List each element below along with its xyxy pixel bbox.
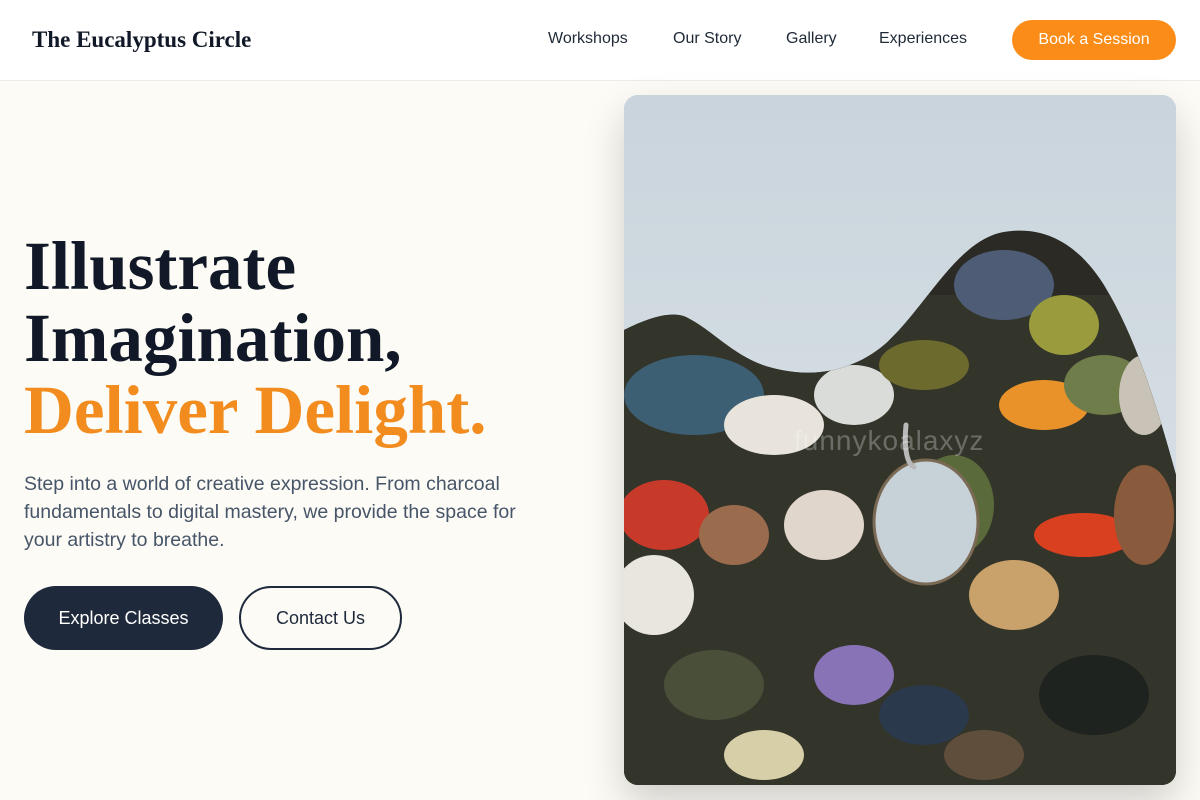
paint-palette-photo: funnykoalaxyz [624,95,1176,785]
site-header: The Eucalyptus Circle Workshops Our Stor… [0,0,1200,81]
headline-line-2: Imagination, [24,300,402,376]
nav-gallery[interactable]: Gallery [786,29,837,49]
thumb-hole [872,458,980,586]
headline-accent: Deliver Delight. [24,372,487,448]
hero-headline: Illustrate Imagination, Deliver Delight. [24,230,486,446]
book-session-button[interactable]: Book a Session [1012,20,1176,60]
nav-our-story[interactable]: Our Story [673,29,741,49]
headline-line-1: Illustrate [24,228,297,304]
image-watermark: funnykoalaxyz [794,425,985,456]
hero-description: Step into a world of creative expression… [24,473,516,551]
nav-workshops[interactable]: Workshops [548,29,628,49]
contact-us-button[interactable]: Contact Us [239,586,402,650]
nav-experiences[interactable]: Experiences [879,29,967,49]
explore-classes-button[interactable]: Explore Classes [24,586,223,650]
brand-logo[interactable]: The Eucalyptus Circle [32,26,251,54]
